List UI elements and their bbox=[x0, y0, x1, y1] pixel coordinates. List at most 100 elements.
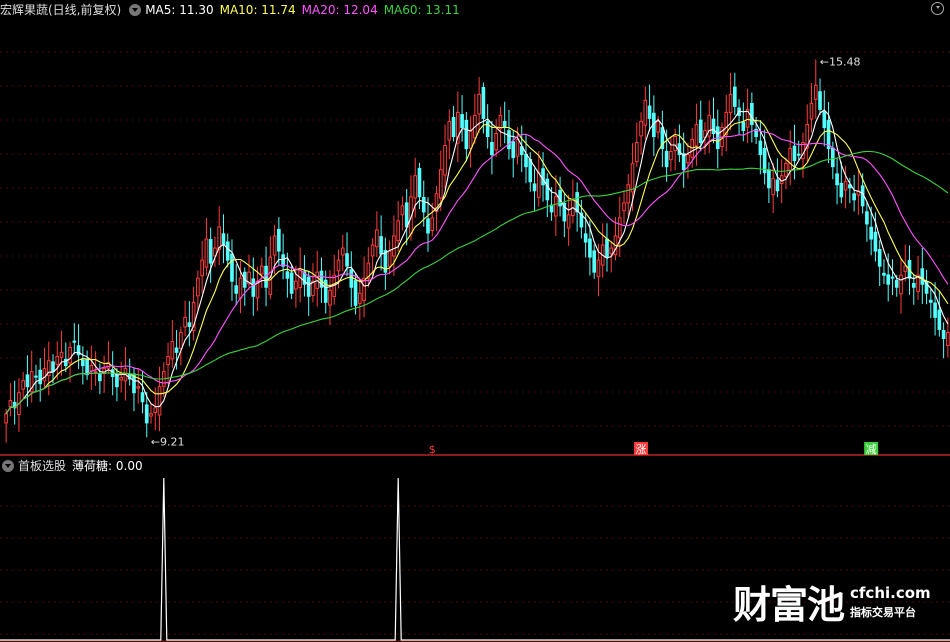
candle-body bbox=[136, 386, 141, 389]
panel-collapse-icon[interactable] bbox=[931, 2, 944, 15]
candle-body bbox=[490, 142, 494, 156]
candle-body bbox=[554, 196, 558, 217]
candle-body bbox=[852, 193, 856, 201]
candle-body bbox=[477, 93, 481, 115]
candle-body bbox=[306, 276, 311, 297]
candle-body bbox=[894, 279, 899, 288]
candle-body bbox=[200, 259, 204, 277]
ma60-label: MA60: 13.11 bbox=[383, 3, 460, 17]
candle-body bbox=[34, 375, 38, 378]
candle-body bbox=[259, 265, 264, 275]
candle-body bbox=[93, 371, 98, 374]
candle-body bbox=[144, 404, 149, 424]
candle-body bbox=[234, 285, 239, 294]
candle-body bbox=[946, 331, 950, 346]
candle-body bbox=[179, 331, 183, 349]
ma5-label: MA5: 11.30 bbox=[145, 3, 214, 17]
candle-body bbox=[392, 235, 396, 257]
candle-body bbox=[686, 154, 690, 164]
candle-body bbox=[404, 202, 409, 228]
candle-body bbox=[59, 351, 64, 358]
candle-body bbox=[882, 272, 886, 276]
candle-body bbox=[545, 178, 550, 201]
candle-body bbox=[451, 117, 456, 138]
candle-body bbox=[438, 169, 443, 199]
candle-body bbox=[21, 380, 25, 390]
signal-label: $ bbox=[429, 443, 436, 456]
candle-body bbox=[596, 259, 601, 278]
candle-body bbox=[357, 292, 362, 304]
signal-label: 减 bbox=[866, 443, 877, 456]
candle-body bbox=[634, 142, 639, 163]
candle-body bbox=[515, 139, 520, 157]
candle-body bbox=[225, 241, 230, 261]
candle-body bbox=[750, 102, 754, 125]
candle-body bbox=[673, 136, 677, 152]
chevron-down-icon[interactable] bbox=[129, 4, 142, 16]
candle-body bbox=[340, 247, 345, 256]
candle-body bbox=[609, 247, 614, 255]
candle-body bbox=[328, 289, 332, 306]
candle-body bbox=[251, 278, 256, 297]
candle-body bbox=[264, 265, 268, 288]
candle-body bbox=[217, 226, 222, 250]
candle-body bbox=[174, 347, 179, 353]
candle-body bbox=[784, 163, 788, 177]
ma5-line bbox=[5, 109, 949, 415]
candle-body bbox=[656, 120, 660, 133]
candle-body bbox=[285, 271, 290, 279]
candle-body bbox=[481, 86, 486, 119]
candle-body bbox=[38, 369, 43, 385]
candle-body bbox=[89, 365, 94, 372]
candle-body bbox=[830, 147, 835, 168]
candle-body bbox=[149, 413, 153, 417]
candle-body bbox=[647, 105, 652, 119]
candle-body bbox=[349, 269, 354, 288]
candle-body bbox=[426, 218, 430, 234]
candle-body bbox=[664, 150, 669, 168]
candle-body bbox=[375, 229, 379, 248]
candle-body bbox=[566, 214, 571, 229]
candle-body bbox=[933, 302, 937, 318]
candle-body bbox=[413, 175, 418, 199]
candle-body bbox=[732, 86, 737, 107]
candle-body bbox=[511, 141, 516, 159]
indicator-header: 首板选股 薄荷糖: 0.00 bbox=[0, 457, 149, 475]
candle-body bbox=[813, 84, 818, 100]
candle-body bbox=[588, 238, 592, 258]
candle-body bbox=[869, 226, 873, 240]
candle-body bbox=[669, 151, 673, 161]
candle-body bbox=[929, 299, 933, 303]
candle-body bbox=[843, 181, 848, 191]
candle-body bbox=[25, 374, 30, 388]
candle-body bbox=[387, 250, 392, 267]
candle-body bbox=[443, 145, 447, 176]
candle-body bbox=[639, 120, 643, 137]
candle-body bbox=[221, 233, 226, 246]
candle-body bbox=[788, 148, 793, 172]
candle-body bbox=[839, 182, 844, 198]
candle-body bbox=[208, 239, 213, 264]
candle-body bbox=[370, 244, 375, 257]
ma20-line bbox=[5, 129, 949, 415]
ma10-label: MA10: 11.74 bbox=[219, 3, 296, 17]
candle-body bbox=[166, 356, 170, 366]
watermark-url: cfchi.com bbox=[850, 583, 931, 602]
price-marker-high: ←15.48 bbox=[820, 55, 861, 68]
candle-body bbox=[583, 233, 588, 243]
candle-body bbox=[140, 392, 145, 403]
candle-body bbox=[362, 277, 366, 301]
candle-body bbox=[115, 374, 119, 388]
candle-body bbox=[643, 99, 648, 126]
candle-body bbox=[617, 217, 622, 239]
candle-body bbox=[592, 250, 597, 273]
signal-label: 涨 bbox=[636, 443, 647, 456]
candle-body bbox=[72, 340, 77, 343]
candle-body bbox=[532, 183, 537, 192]
candle-body bbox=[204, 238, 209, 268]
candle-body bbox=[277, 228, 281, 252]
chevron-down-icon[interactable] bbox=[2, 460, 14, 472]
candle-body bbox=[170, 340, 175, 360]
candle-body bbox=[196, 277, 200, 297]
candle-body bbox=[835, 173, 839, 186]
